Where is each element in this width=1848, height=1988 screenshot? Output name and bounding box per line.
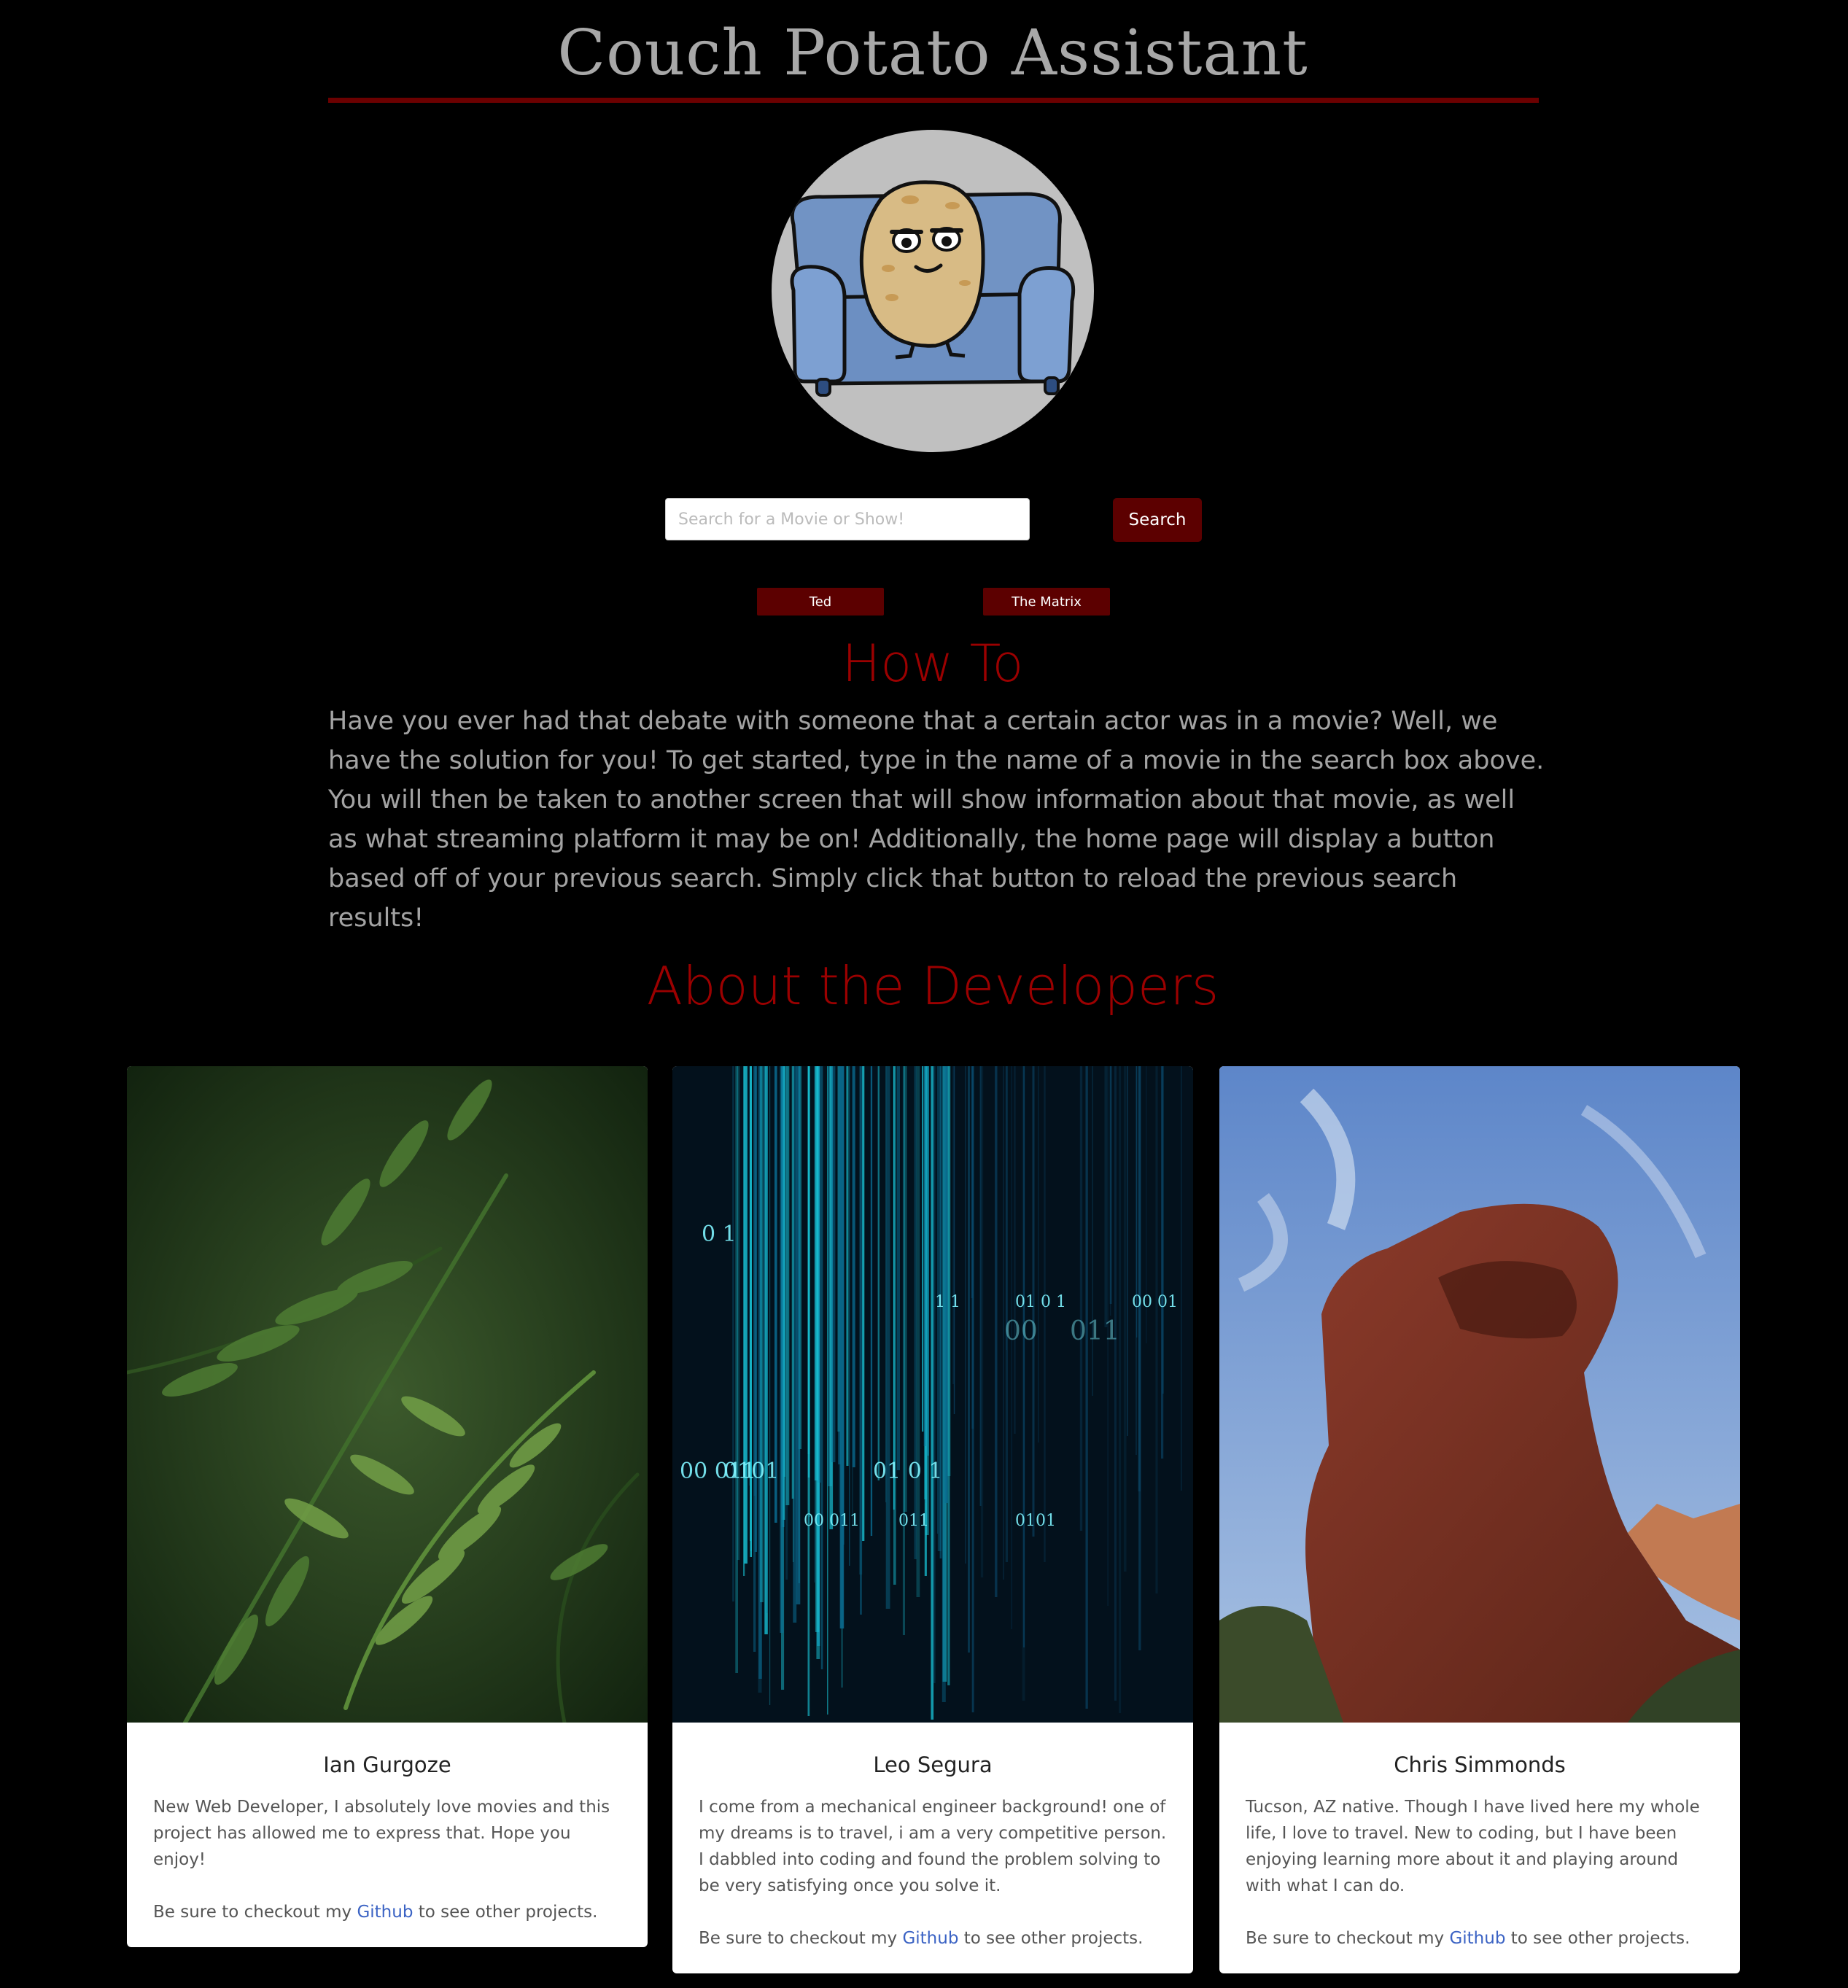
svg-text:00 01: 00 01	[1132, 1293, 1178, 1311]
search-input[interactable]	[665, 498, 1030, 540]
svg-text:1 1: 1 1	[935, 1293, 960, 1311]
couch-potato-illustration	[790, 180, 1076, 397]
svg-text:01 0 1: 01 0 1	[873, 1459, 942, 1484]
page-title: Couch Potato Assistant	[557, 17, 1308, 90]
svg-text:0101: 0101	[1015, 1512, 1056, 1530]
developer-card-ian: Ian Gurgoze New Web Developer, I absolut…	[127, 1066, 648, 1947]
github-line: Be sure to checkout my Github to see oth…	[153, 1899, 621, 1947]
title-divider	[328, 98, 1539, 103]
github-link[interactable]: Github	[357, 1903, 413, 1922]
binary-code-image: 0 11 1 01 0 1 00 0100 01100 0110101 01 0 100…	[672, 1066, 1193, 1723]
github-link[interactable]: Github	[1449, 1929, 1505, 1948]
developer-description: I come from a mechanical engineer backgr…	[699, 1798, 1167, 1895]
developer-description: Tucson, AZ native. Though I have lived h…	[1246, 1798, 1700, 1895]
github-prefix: Be sure to checkout my	[1246, 1929, 1445, 1948]
developer-description: New Web Developer, I absolutely love mov…	[153, 1798, 610, 1869]
svg-text:01 0 1: 01 0 1	[1015, 1293, 1066, 1311]
github-prefix: Be sure to checkout my	[699, 1929, 898, 1948]
howto-description: Have you ever had that debate with someo…	[328, 707, 1545, 933]
svg-text:0 1: 0 1	[702, 1222, 737, 1247]
developer-card-leo: 0 11 1 01 0 1 00 01 00 011 00 011 0101 01 0 1 00…	[672, 1066, 1193, 1973]
red-rock-image	[1219, 1066, 1740, 1723]
developer-name: Chris Simmonds	[1394, 1752, 1566, 1777]
recent-search-matrix-button[interactable]: The Matrix	[983, 588, 1110, 616]
developer-name: Ian Gurgoze	[323, 1752, 451, 1777]
recent-search-ted-button[interactable]: Ted	[757, 588, 884, 616]
github-line: Be sure to checkout my Github to see oth…	[699, 1925, 1167, 1973]
search-button[interactable]: Search	[1113, 498, 1202, 542]
svg-text:00: 00	[1004, 1316, 1038, 1346]
github-suffix: to see other projects.	[1510, 1929, 1690, 1948]
about-heading: About the Developers	[646, 955, 1219, 1017]
github-link[interactable]: Github	[902, 1929, 958, 1948]
svg-text:0101: 0101	[723, 1459, 779, 1484]
github-prefix: Be sure to checkout my	[153, 1903, 352, 1922]
svg-text:011: 011	[898, 1512, 929, 1530]
svg-text:00 011: 00 011	[804, 1512, 860, 1530]
couch-potato-logo	[772, 130, 1094, 452]
github-suffix: to see other projects.	[963, 1929, 1144, 1948]
github-suffix: to see other projects.	[418, 1903, 598, 1922]
howto-heading: How To	[842, 634, 1024, 694]
svg-text:011: 011	[1070, 1316, 1120, 1346]
github-line: Be sure to checkout my Github to see oth…	[1246, 1925, 1714, 1973]
fern-leaves-image	[127, 1066, 648, 1723]
developer-name: Leo Segura	[873, 1752, 993, 1777]
developer-card-chris: Chris Simmonds Tucson, AZ native. Though…	[1219, 1066, 1740, 1973]
